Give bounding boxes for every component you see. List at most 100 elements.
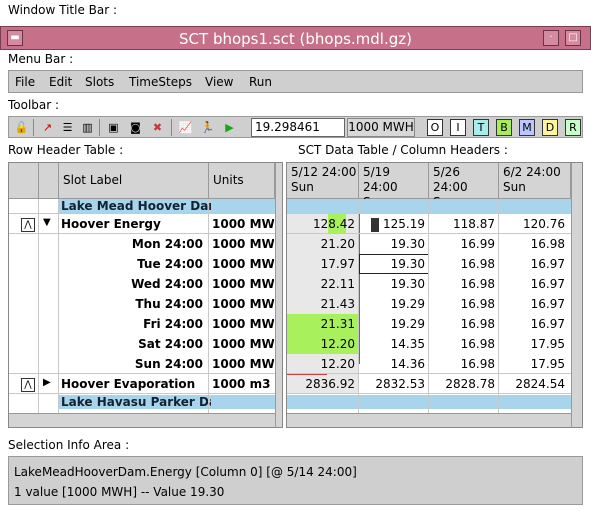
menu-run[interactable]: Run <box>249 75 272 89</box>
data-cell[interactable]: 12.20 <box>287 334 355 354</box>
data-cell[interactable]: 19.30 <box>359 234 425 254</box>
toolbar-separator <box>171 119 172 136</box>
data-cell[interactable]: 128.42 <box>287 214 355 234</box>
data-cell[interactable]: 2836.92 <box>287 374 355 394</box>
flag-button-b[interactable]: B <box>496 119 512 136</box>
data-cell[interactable]: 16.98 <box>429 274 495 294</box>
data-cell[interactable]: 16.98 <box>429 354 495 374</box>
row-units: 1000 MWH <box>212 217 274 231</box>
maximize-icon[interactable]: □ <box>565 30 581 46</box>
flag-button-d[interactable]: D <box>542 119 558 136</box>
data-cell[interactable]: 21.20 <box>287 234 355 254</box>
row-label: Wed 24:00 <box>131 277 203 291</box>
data-cell[interactable]: 16.97 <box>499 294 565 314</box>
data-cell[interactable]: 2832.53 <box>359 374 425 394</box>
flag-button-o[interactable]: O <box>427 119 443 136</box>
data-cell[interactable]: 16.98 <box>429 314 495 334</box>
column-date: 5/19 24:00 <box>363 165 398 194</box>
data-cell[interactable]: 16.98 <box>429 334 495 354</box>
flag-button-t[interactable]: T <box>473 119 489 136</box>
row-units: 1000 MWH <box>212 297 274 311</box>
data-cell[interactable]: 2824.54 <box>499 374 565 394</box>
data-cell[interactable]: 19.30 <box>359 254 425 274</box>
data-cell[interactable]: 16.98 <box>429 254 495 274</box>
data-cell[interactable]: 17.95 <box>499 334 565 354</box>
row-units: 1000 MWH <box>212 237 274 251</box>
column-header[interactable]: 5/12 24:00 Sun <box>287 163 359 199</box>
column-header[interactable]: 5/26 24:00 Sun <box>429 163 499 209</box>
row-header-corner <box>9 163 39 199</box>
slot-label-column-header[interactable]: Slot Label <box>59 163 209 199</box>
flag-button-m[interactable]: M <box>519 119 535 136</box>
lock-icon[interactable]: 🔓 <box>13 119 30 136</box>
toolbar-label: Toolbar : <box>8 98 60 112</box>
minimize-icon[interactable]: · <box>543 30 559 46</box>
selection-info-area: LakeMeadHooverDam.Energy [Column 0] [@ 5… <box>8 456 583 505</box>
column-header[interactable]: 5/19 24:00 Sun <box>359 163 429 209</box>
data-cell[interactable]: 17.97 <box>287 254 355 274</box>
row-label: Thu 24:00 <box>135 297 203 311</box>
data-cell[interactable]: 22.11 <box>287 274 355 294</box>
menu-edit[interactable]: Edit <box>49 75 72 89</box>
slot-label-header-text: Slot Label <box>63 173 123 187</box>
data-cell[interactable]: 16.97 <box>499 274 565 294</box>
toolbar-separator <box>33 119 34 136</box>
window-title-bar[interactable]: ▬ SCT bhops1.sct (bhops.mdl.gz) · □ <box>0 26 591 50</box>
selection-info-label: Selection Info Area : <box>8 438 130 452</box>
data-cell[interactable]: 125.19 <box>359 214 425 234</box>
row-header-hscroll[interactable] <box>9 413 275 427</box>
menu-file[interactable]: File <box>15 75 35 89</box>
menu-timesteps[interactable]: TimeSteps <box>129 75 192 89</box>
data-table-vscroll[interactable] <box>571 163 582 427</box>
row-units: 1000 MWH <box>212 317 274 331</box>
data-cell[interactable]: 21.31 <box>287 314 355 334</box>
data-cell[interactable]: 16.98 <box>499 234 565 254</box>
flag-button-i[interactable]: I <box>450 119 466 136</box>
camera-icon[interactable]: ◙ <box>127 119 144 136</box>
data-cell[interactable]: 19.29 <box>359 294 425 314</box>
menu-view[interactable]: View <box>205 75 233 89</box>
data-cell[interactable]: 17.95 <box>499 354 565 374</box>
data-cell[interactable]: 19.30 <box>359 274 425 294</box>
units-column-header[interactable]: Units <box>209 163 275 199</box>
remove-icon[interactable]: ✖ <box>149 119 166 136</box>
flag-button-r[interactable]: R <box>565 119 581 136</box>
data-table-hscroll[interactable] <box>287 413 571 427</box>
data-cell[interactable]: 118.87 <box>429 214 495 234</box>
data-cell[interactable]: 16.99 <box>429 234 495 254</box>
column-list-icon[interactable]: ▥ <box>79 119 96 136</box>
row-list-icon[interactable]: ☰ <box>59 119 76 136</box>
column-header[interactable]: 6/2 24:00 Sun <box>499 163 571 199</box>
row-header-toggle-col <box>39 163 59 199</box>
data-cell[interactable]: 16.97 <box>499 314 565 334</box>
plot-icon[interactable]: 📈 <box>177 119 194 136</box>
row-header-vscroll[interactable] <box>275 163 282 427</box>
selection-line-2: 1 value [1000 MWH] -- Value 19.30 <box>14 485 225 499</box>
row-units: 1000 m3 <box>212 377 271 391</box>
run-icon[interactable]: ▶ <box>221 119 238 136</box>
runner-icon[interactable]: 🏃 <box>199 119 216 136</box>
menu-bar: File Edit Slots TimeSteps View Run <box>8 70 583 93</box>
menu-slots[interactable]: Slots <box>85 75 114 89</box>
data-cell[interactable]: 21.43 <box>287 294 355 314</box>
expand-right-icon[interactable]: ▶ <box>43 377 51 388</box>
grid-line <box>208 199 209 413</box>
data-cell[interactable]: 16.97 <box>499 254 565 274</box>
data-cell[interactable]: 120.76 <box>499 214 565 234</box>
row-label: Fri 24:00 <box>143 317 203 331</box>
expand-down-icon[interactable]: ▼ <box>43 217 51 228</box>
data-cell[interactable]: 12.20 <box>287 354 355 374</box>
data-cell[interactable]: 14.35 <box>359 334 425 354</box>
data-cell[interactable]: 2828.78 <box>429 374 495 394</box>
data-cell[interactable]: 16.98 <box>429 294 495 314</box>
value-input[interactable]: 19.298461 <box>251 118 345 137</box>
data-cell[interactable]: 14.36 <box>359 354 425 374</box>
grid-line <box>58 199 59 413</box>
data-cell[interactable]: 19.29 <box>359 314 425 334</box>
plot-icon[interactable]: ⋀ <box>21 218 35 232</box>
menu-bar-label: Menu Bar : <box>8 52 74 66</box>
link-slots-icon[interactable]: ↗ <box>39 119 56 136</box>
plot-icon[interactable]: ⋀ <box>21 378 35 392</box>
open-object-icon[interactable]: ▣ <box>105 119 122 136</box>
column-date: 6/2 24:00 <box>503 165 561 179</box>
